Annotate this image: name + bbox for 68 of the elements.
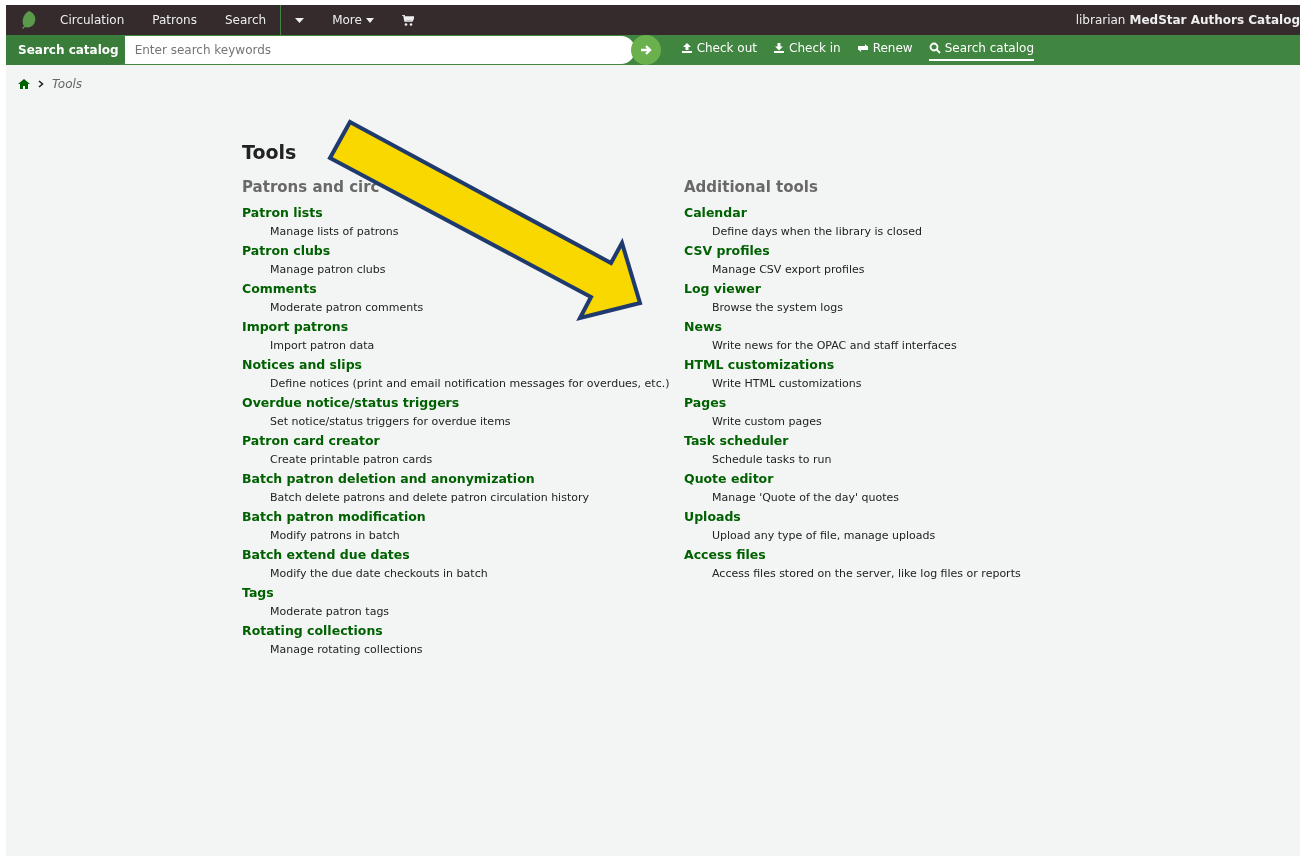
tool-description: Write HTML customizations: [711, 375, 863, 392]
tool-link[interactable]: Uploads: [684, 507, 741, 526]
library-name: MedStar Authors Catalog: [1129, 12, 1300, 29]
tool-link[interactable]: Notices and slips: [242, 355, 363, 374]
search-field[interactable]: Enter search keywords: [124, 36, 635, 64]
tool-link[interactable]: Import patrons: [242, 317, 349, 336]
tool-link[interactable]: CSV profiles: [684, 241, 770, 260]
tool-link[interactable]: Comments: [242, 279, 317, 298]
section-heading: Patrons and circ: [242, 177, 381, 196]
user-name: librarian: [1075, 12, 1126, 29]
tool-description: Moderate patron comments: [269, 299, 425, 316]
toolbar-link[interactable]: Search catalog: [928, 39, 1034, 61]
tool-description: Manage lists of patrons: [269, 223, 400, 240]
section-heading: Additional tools: [684, 177, 819, 196]
tool-link[interactable]: HTML customizations: [684, 355, 835, 374]
tool-description: Write custom pages: [711, 413, 823, 430]
submit-button[interactable]: [630, 35, 661, 65]
page-title: Tools: [242, 141, 298, 164]
tool-link[interactable]: Calendar: [684, 203, 747, 222]
tool-description: Access files stored on the server, like log files or reports: [711, 565, 1021, 582]
tool-description: Create printable patron cards: [269, 451, 434, 468]
tool-link[interactable]: Task scheduler: [684, 431, 789, 450]
tool-description: Modify patrons in batch: [269, 527, 401, 544]
toolbar-link[interactable]: Check out: [680, 39, 757, 61]
tool-description: Manage rotating collections: [269, 641, 424, 658]
nav-link[interactable]: Search: [210, 5, 281, 35]
nav-link[interactable]: Patrons: [138, 5, 211, 35]
tool-description: Manage 'Quote of the day' quotes: [711, 489, 901, 506]
toolbar-link[interactable]: Check in: [773, 39, 841, 61]
tool-link[interactable]: Patron card creator: [242, 431, 380, 450]
nav-link[interactable]: Circulation: [46, 5, 139, 35]
tool-link[interactable]: Log viewer: [684, 279, 761, 298]
tool-link[interactable]: Batch extend due dates: [242, 545, 410, 564]
nav-dropdown[interactable]: More: [318, 5, 388, 35]
tool-description: Batch delete patrons and delete patron circulation history: [269, 489, 590, 506]
tool-link[interactable]: Patron lists: [242, 203, 323, 222]
tool-description: Moderate patron tags: [269, 603, 391, 620]
tool-description: Manage patron clubs: [269, 261, 387, 278]
tool-link[interactable]: Rotating collections: [242, 621, 383, 640]
tool-link[interactable]: Quote editor: [684, 469, 774, 488]
tool-description: Modify the due date checkouts in batch: [269, 565, 489, 582]
download-icon: [773, 42, 785, 54]
search-icon: [928, 42, 941, 54]
caret-icon: [365, 17, 374, 23]
tool-description: Import patron data: [269, 337, 376, 354]
tool-link[interactable]: Batch patron deletion and anonymization: [242, 469, 535, 488]
tool-link[interactable]: Batch patron modification: [242, 507, 426, 526]
breadcrumb-item: Tools: [52, 76, 83, 93]
tool-link[interactable]: Overdue notice/status triggers: [242, 393, 460, 412]
tool-link[interactable]: Pages: [684, 393, 727, 412]
renew-icon: [856, 42, 869, 54]
tool-link[interactable]: Access files: [684, 545, 766, 564]
tool-description: Set notice/status triggers for overdue items: [269, 413, 512, 430]
tool-description: Browse the system logs: [711, 299, 844, 316]
toolbar-link[interactable]: Renew: [856, 39, 913, 61]
tool-link[interactable]: News: [684, 317, 722, 336]
chevron-icon: [38, 80, 44, 88]
upload-icon: [680, 42, 693, 54]
tool-description: Write news for the OPAC and staff interfaces: [711, 337, 958, 354]
tool-description: Upload any type of file, manage uploads: [711, 527, 937, 544]
tool-link[interactable]: Patron clubs: [242, 241, 331, 260]
tool-description: Manage CSV export profiles: [711, 261, 866, 278]
tool-description: Define days when the library is closed: [711, 223, 924, 240]
tool-description: Define notices (print and email notification messages for overdues, etc.): [269, 375, 671, 392]
tool-link[interactable]: Tags: [242, 583, 274, 602]
tool-description: Schedule tasks to run: [711, 451, 833, 468]
arrow-right-icon: [639, 44, 652, 56]
home-icon[interactable]: [18, 79, 30, 89]
